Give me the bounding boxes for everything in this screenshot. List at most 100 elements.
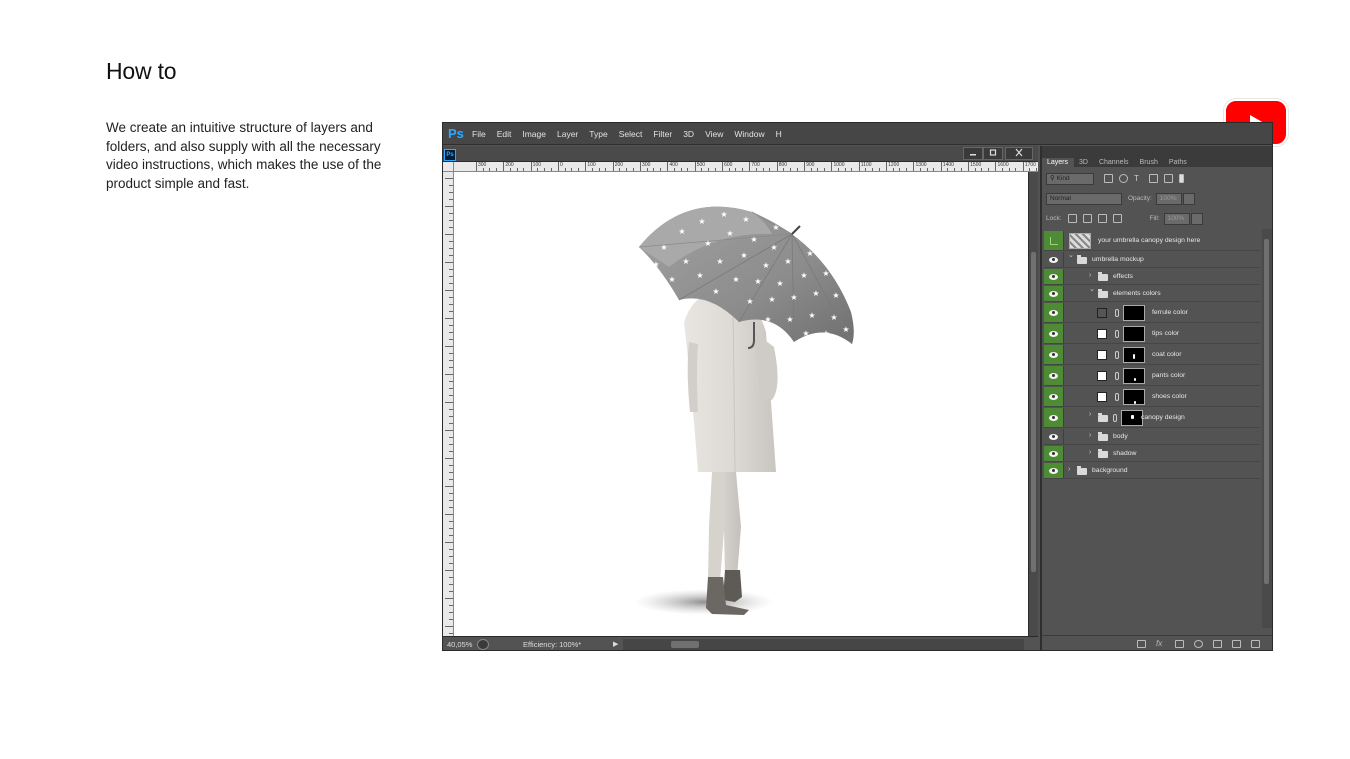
menu-3d[interactable]: 3D xyxy=(683,129,694,139)
menu-h[interactable]: H xyxy=(776,129,782,139)
link-layers-icon[interactable] xyxy=(1137,639,1146,648)
chevron-down-icon[interactable]: ⌄ xyxy=(1068,251,1074,259)
tab-3d[interactable]: 3D xyxy=(1074,158,1094,167)
fill-input[interactable]: 100% xyxy=(1163,212,1190,225)
layer-row[interactable]: › effects xyxy=(1044,269,1260,285)
new-layer-icon[interactable] xyxy=(1232,639,1241,648)
filter-pixel-icon[interactable] xyxy=(1104,174,1113,183)
visibility-eye-icon[interactable] xyxy=(1044,429,1064,444)
menu-window[interactable]: Window xyxy=(734,129,764,139)
layer-row[interactable]: tips color xyxy=(1044,324,1260,344)
color-fill-swatch[interactable] xyxy=(1097,392,1107,402)
menu-select[interactable]: Select xyxy=(619,129,643,139)
filter-type-icon[interactable]: T xyxy=(1134,174,1143,183)
layer-row[interactable]: ⌄ elements colors xyxy=(1044,286,1260,302)
chevron-right-icon[interactable]: › xyxy=(1089,449,1091,456)
chevron-right-icon[interactable]: › xyxy=(1089,411,1091,418)
filter-smart-object-icon[interactable] xyxy=(1164,174,1173,183)
horizontal-scroll-thumb[interactable] xyxy=(671,640,699,648)
lock-all-icon[interactable] xyxy=(1112,214,1122,223)
visibility-eye-icon[interactable] xyxy=(1044,286,1064,301)
canvas-horizontal-scrollbar[interactable] xyxy=(623,638,1024,650)
add-mask-icon[interactable] xyxy=(1175,639,1184,648)
new-group-icon[interactable] xyxy=(1213,639,1222,648)
layers-scrollbar[interactable] xyxy=(1262,229,1272,628)
tab-layers[interactable]: Layers xyxy=(1042,158,1075,167)
visibility-eye-icon[interactable] xyxy=(1044,387,1064,406)
visibility-eye-icon[interactable] xyxy=(1044,345,1064,364)
smart-object-thumbnail[interactable] xyxy=(1069,233,1091,249)
layer-mask-thumbnail[interactable] xyxy=(1123,389,1145,405)
layer-mask-thumbnail[interactable] xyxy=(1123,326,1145,342)
color-fill-swatch[interactable] xyxy=(1097,329,1107,339)
chevron-right-icon[interactable]: › xyxy=(1068,466,1070,473)
fx-icon[interactable]: fx xyxy=(1156,639,1165,648)
visibility-eye-icon[interactable] xyxy=(1044,324,1064,343)
tab-channels[interactable]: Channels xyxy=(1094,158,1135,167)
menu-edit[interactable]: Edit xyxy=(497,129,512,139)
fill-dropdown[interactable] xyxy=(1190,212,1203,225)
visibility-eye-icon[interactable] xyxy=(1044,463,1064,478)
visibility-eye-icon[interactable] xyxy=(1044,252,1064,267)
zoom-level[interactable]: 40,05% xyxy=(443,640,477,649)
close-button[interactable] xyxy=(1005,147,1033,160)
layer-row[interactable]: coat color xyxy=(1044,345,1260,365)
canvas-vertical-scrollbar[interactable] xyxy=(1028,172,1038,637)
visibility-eye-icon[interactable] xyxy=(1044,366,1064,385)
document-canvas[interactable]: ★ ★ ★ ★ ★ ★ ★ ★ ★ ★ ★ ★ ★ ★ ★ ★ ★ ★ ★ ★ ★ ★ ★ ★ ★ ★ ★ ★ ★ ★ ★ ★ … xyxy=(454,172,1028,636)
horizontal-ruler[interactable]: 300 200 100 0 100 200 300 400 500 600 700 800 900 100… xyxy=(454,162,1038,172)
filter-toggle-icon[interactable] xyxy=(1179,174,1184,183)
chevron-down-icon[interactable]: ⌄ xyxy=(1089,285,1095,293)
layer-row[interactable]: pants color xyxy=(1044,366,1260,386)
adjustment-layer-icon[interactable] xyxy=(1194,639,1203,648)
delete-layer-icon[interactable] xyxy=(1251,639,1260,648)
vertical-scroll-thumb[interactable] xyxy=(1031,252,1036,572)
color-fill-swatch[interactable] xyxy=(1097,308,1107,318)
layer-mask-thumbnail[interactable] xyxy=(1121,410,1143,426)
layer-mask-thumbnail[interactable] xyxy=(1123,305,1145,321)
menu-view[interactable]: View xyxy=(705,129,723,139)
blend-mode-select[interactable]: Normal xyxy=(1046,192,1122,205)
filter-shape-icon[interactable] xyxy=(1149,174,1158,183)
filter-adjustment-icon[interactable] xyxy=(1119,174,1128,183)
layer-mask-thumbnail[interactable] xyxy=(1123,347,1145,363)
lock-position-icon[interactable] xyxy=(1097,214,1107,223)
layer-row[interactable]: ferrule color xyxy=(1044,303,1260,323)
menu-layer[interactable]: Layer xyxy=(557,129,578,139)
menu-filter[interactable]: Filter xyxy=(653,129,672,139)
filter-kind-select[interactable]: ⚲ Kind xyxy=(1046,172,1094,185)
tab-paths[interactable]: Paths xyxy=(1164,158,1193,167)
layers-scroll-thumb[interactable] xyxy=(1264,239,1269,584)
layer-row[interactable]: ⌄ umbrella mockup xyxy=(1044,252,1260,268)
maximize-button[interactable] xyxy=(983,147,1003,160)
opacity-input[interactable]: 100% xyxy=(1155,192,1182,205)
lock-transparent-icon[interactable] xyxy=(1067,214,1077,223)
menu-image[interactable]: Image xyxy=(522,129,546,139)
status-info-icon[interactable] xyxy=(477,638,489,650)
layer-row[interactable]: your umbrella canopy design here xyxy=(1044,231,1260,251)
layer-row[interactable]: › canopy design xyxy=(1044,408,1260,428)
color-fill-swatch[interactable] xyxy=(1097,350,1107,360)
visibility-eye-icon[interactable] xyxy=(1044,303,1064,322)
color-fill-swatch[interactable] xyxy=(1097,371,1107,381)
brush-icon[interactable] xyxy=(1044,231,1064,250)
layer-row[interactable]: › shadow xyxy=(1044,446,1260,462)
vertical-ruler[interactable] xyxy=(443,172,454,637)
layer-row[interactable]: › background xyxy=(1044,463,1260,479)
opacity-dropdown[interactable] xyxy=(1182,192,1195,205)
chevron-right-icon[interactable]: › xyxy=(1089,272,1091,279)
layer-mask-thumbnail[interactable] xyxy=(1123,368,1145,384)
status-menu-arrow-icon[interactable]: ▶ xyxy=(613,640,623,648)
menu-file[interactable]: File xyxy=(472,129,486,139)
layer-row[interactable]: › body xyxy=(1044,429,1260,445)
visibility-eye-icon[interactable] xyxy=(1044,408,1064,427)
visibility-eye-icon[interactable] xyxy=(1044,269,1064,284)
panel-collapse-bar[interactable] xyxy=(1042,146,1272,155)
menu-type[interactable]: Type xyxy=(589,129,607,139)
visibility-eye-icon[interactable] xyxy=(1044,446,1064,461)
tab-brush[interactable]: Brush xyxy=(1135,158,1164,167)
chevron-right-icon[interactable]: › xyxy=(1089,432,1091,439)
layer-row[interactable]: shoes color xyxy=(1044,387,1260,407)
minimize-button[interactable] xyxy=(963,147,983,160)
lock-image-icon[interactable] xyxy=(1082,214,1092,223)
